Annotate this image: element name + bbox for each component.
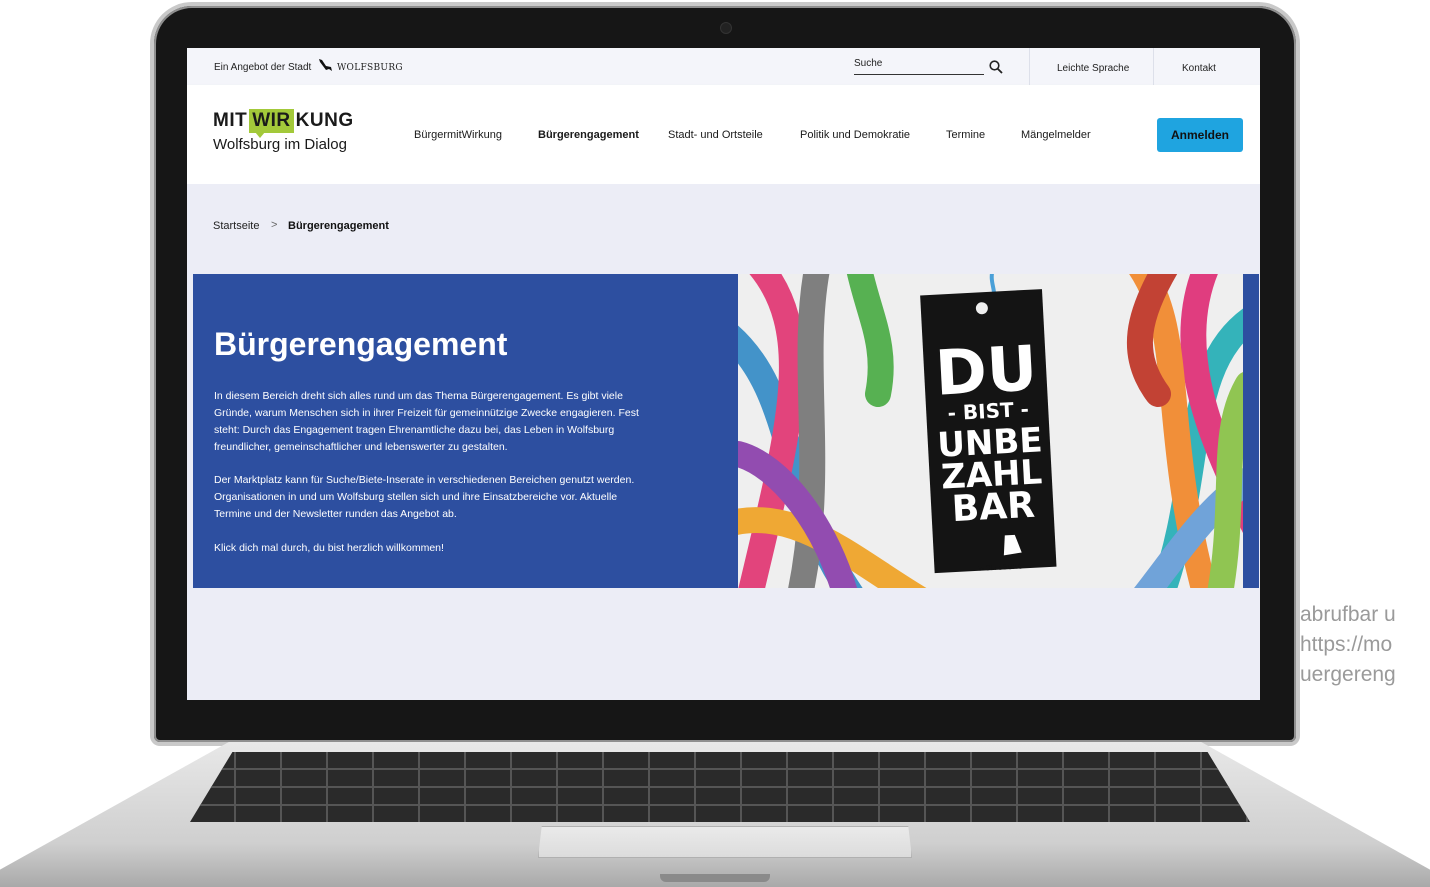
site-logo[interactable]: MIT WIR KUNG Wolfsburg im Dialog	[213, 109, 354, 153]
marketplace-paragraph: Der Marktplatz kann für Suche/Biete-Inse…	[214, 474, 635, 520]
wolf-logo-icon[interactable]	[317, 58, 333, 75]
offer-label: Ein Angebot der Stadt	[214, 62, 312, 73]
contact-link[interactable]: Kontakt	[1182, 63, 1216, 74]
logo-wordmark: MIT WIR KUNG	[213, 109, 354, 138]
logo-subtitle: Wolfsburg im Dialog	[213, 136, 347, 153]
hero-section: Bürgerengagement In diesem Bereich dreht…	[193, 274, 1259, 588]
nav-item-politik-demokratie[interactable]: Politik und Demokratie	[800, 129, 910, 141]
easy-language-link[interactable]: Leichte Sprache	[1057, 63, 1129, 74]
divider	[1029, 48, 1030, 85]
tag-line-bar: BAR	[951, 485, 1036, 530]
caption-line: https://mo	[1300, 633, 1393, 656]
breadcrumb-separator: >	[271, 219, 278, 231]
breadcrumb-home[interactable]: Startseite	[213, 220, 259, 232]
page-title: Bürgerengagement	[214, 326, 508, 362]
logo-part: MIT	[213, 110, 248, 131]
caption-line: abrufbar u	[1300, 603, 1396, 626]
webcam	[720, 22, 732, 34]
login-button[interactable]: Anmelden	[1157, 118, 1243, 152]
intro-paragraph: In diesem Bereich dreht sich alles rund …	[214, 390, 639, 453]
main-header: MIT WIR KUNG Wolfsburg im Dialog Bürgerm…	[187, 85, 1260, 184]
nav-item-stadt-ortsteile[interactable]: Stadt- und Ortsteile	[668, 129, 763, 141]
divider	[1153, 48, 1154, 85]
breadcrumb-current: Bürgerengagement	[288, 220, 389, 232]
logo-part-highlight: WIR	[249, 109, 294, 138]
search-icon[interactable]	[989, 60, 1003, 77]
nav-item-buergerengagement[interactable]: Bürgerengagement	[538, 129, 639, 141]
nav-item-buergermitwirkung[interactable]: BürgermitWirkung	[414, 129, 502, 141]
hero-image: DU - BIST - UNBE ZAHL BAR WOLFSBURG	[738, 274, 1243, 588]
breadcrumb: Startseite > Bürgerengagement	[187, 184, 1260, 274]
laptop-notch	[660, 874, 770, 882]
laptop-keyboard	[190, 752, 1250, 822]
laptop-screen: Ein Angebot der Stadt WOLFSBURG Suche Le…	[187, 48, 1260, 700]
search-placeholder: Suche	[854, 58, 883, 69]
logo-part: KUNG	[295, 110, 354, 131]
nav-item-maengelmelder[interactable]: Mängelmelder	[1021, 129, 1091, 141]
welcome-paragraph: Klick dich mal durch, du bist herzlich w…	[214, 542, 444, 554]
search-input[interactable]: Suche	[854, 58, 984, 75]
caption-line: uergereng	[1300, 663, 1396, 686]
page-background-lower	[193, 588, 1259, 700]
city-label[interactable]: WOLFSBURG	[337, 63, 403, 73]
utility-bar: Ein Angebot der Stadt WOLFSBURG Suche Le…	[187, 48, 1260, 85]
nav-item-termine[interactable]: Termine	[946, 129, 985, 141]
laptop-trackpad	[538, 826, 912, 858]
side-caption: abrufbar u https://mo uergereng	[1300, 600, 1430, 690]
